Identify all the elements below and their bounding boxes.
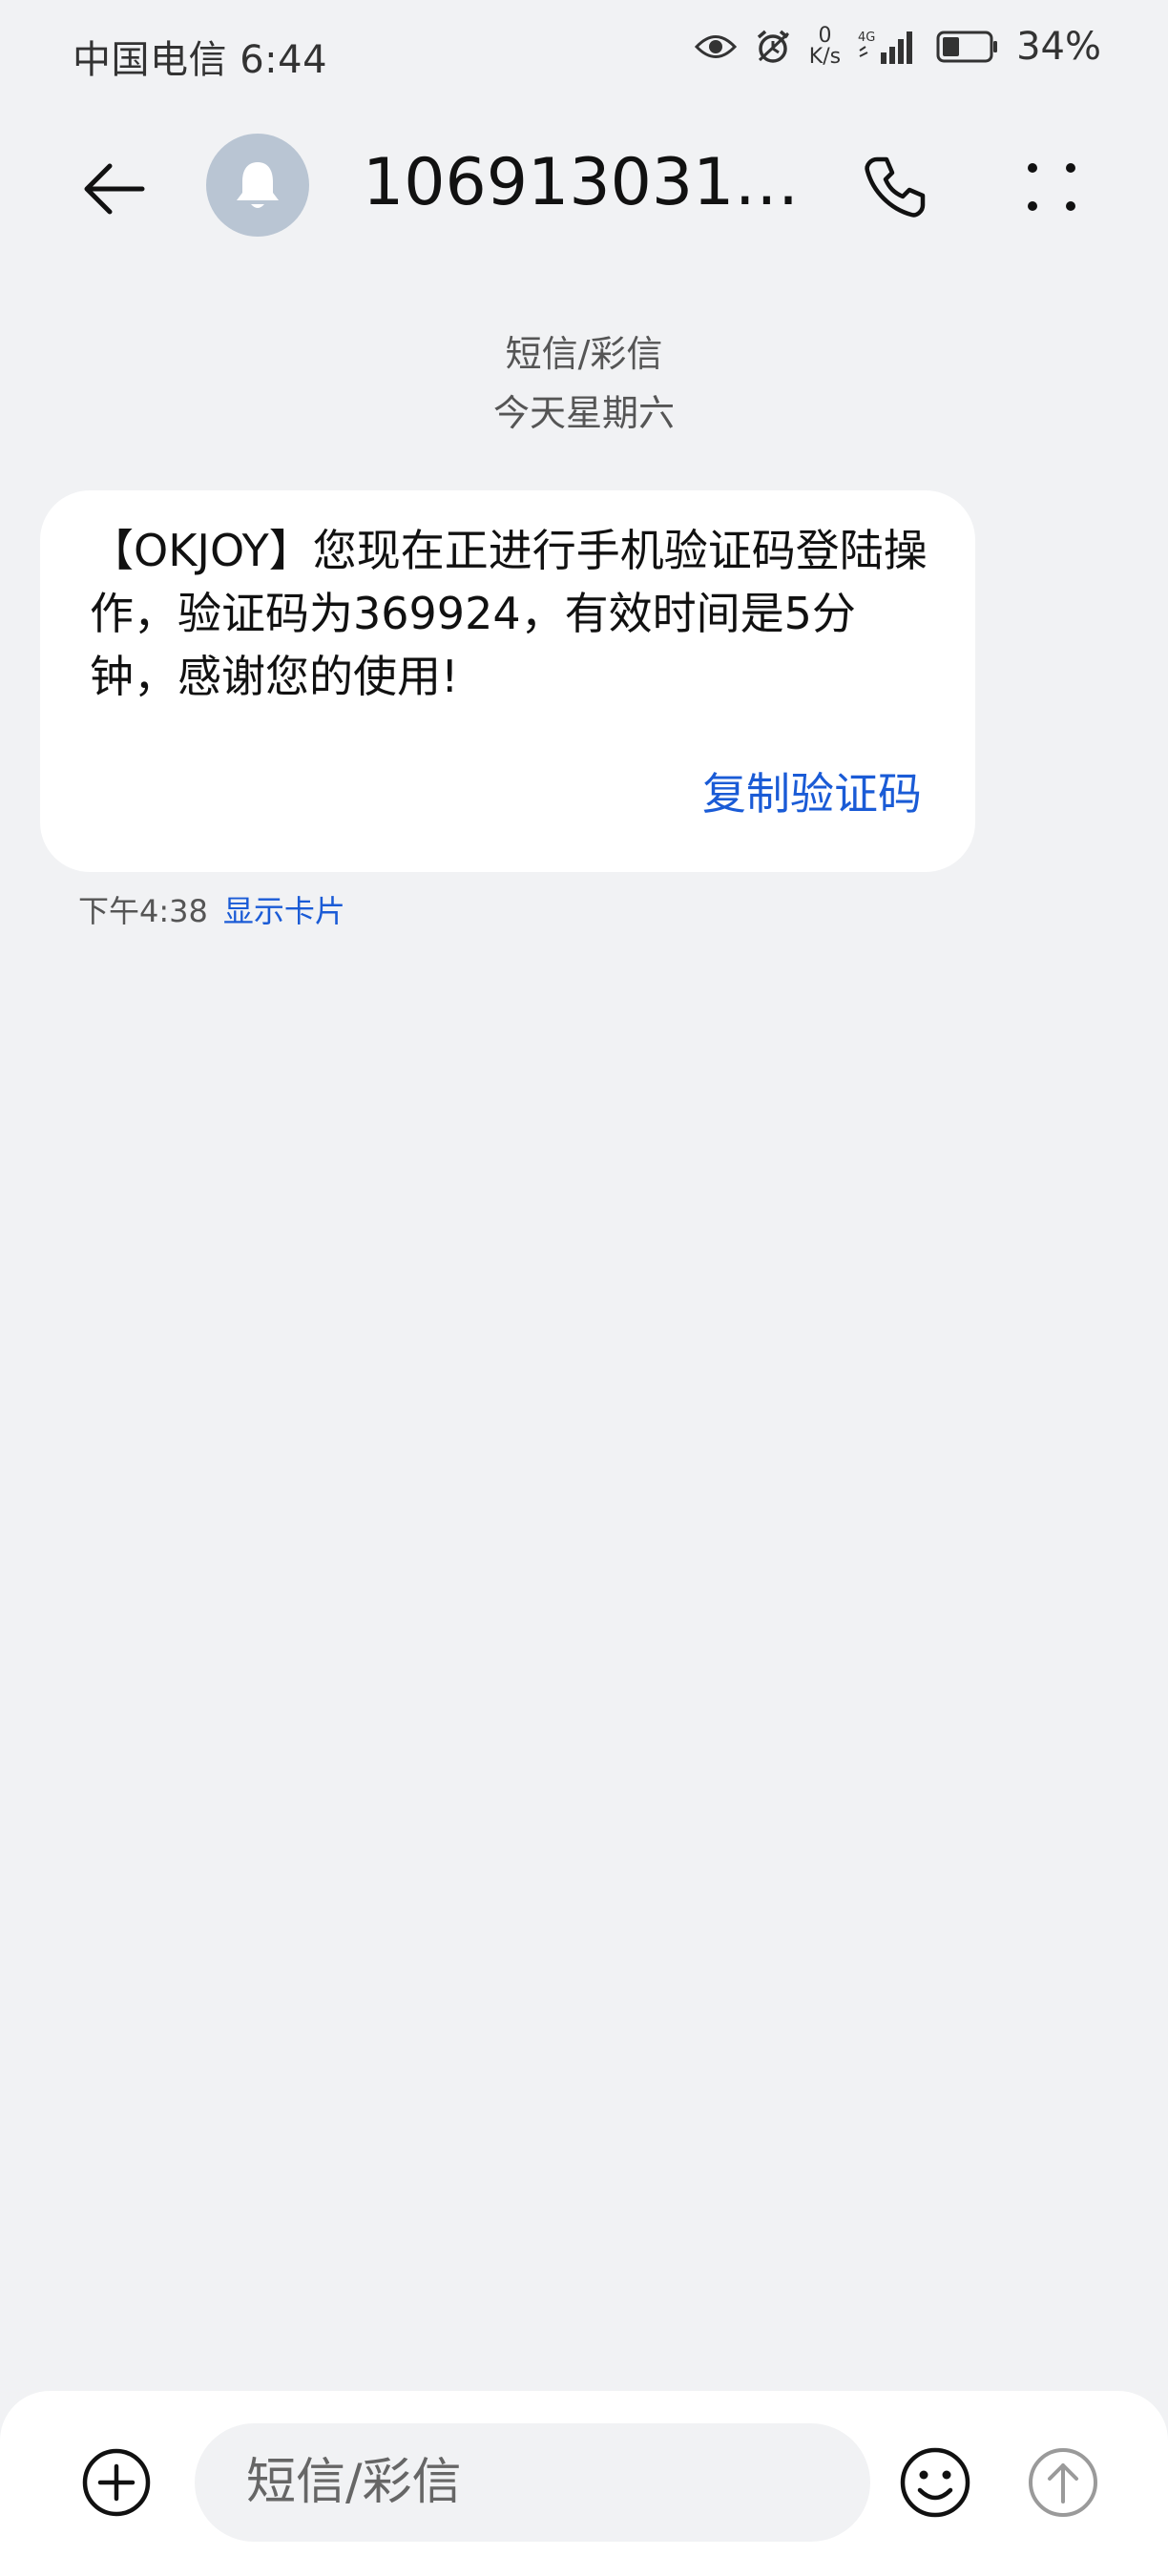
- battery-icon: [936, 30, 999, 64]
- alarm-icon: [754, 28, 792, 66]
- send-button[interactable]: [1025, 2444, 1101, 2521]
- status-bar: 中国电信 6:44 0 K/s 4G 34%: [0, 0, 1168, 114]
- network-type: 4G: [858, 31, 875, 45]
- contact-name[interactable]: 1069130316…: [363, 145, 802, 220]
- bell-icon: [237, 162, 279, 208]
- status-icons: 0 K/s 4G 34%: [694, 25, 1101, 69]
- net-speed-value: 0: [818, 24, 832, 48]
- call-button[interactable]: [855, 147, 935, 227]
- input-bar: [0, 2391, 1168, 2576]
- copy-code-button[interactable]: 复制验证码: [702, 759, 922, 822]
- message-text: 【OKJOY】您现在正进行手机验证码登陆操作，验证码为369924，有效时间是5…: [90, 525, 928, 702]
- emoji-icon: [900, 2447, 970, 2518]
- phone-icon: [865, 156, 926, 218]
- conversation-header: 1069130316…: [0, 124, 1168, 248]
- back-button[interactable]: [76, 151, 153, 227]
- message-time: 下午4:38: [78, 893, 208, 929]
- conversation-type: 短信/彩信: [505, 333, 663, 375]
- message-input[interactable]: [195, 2423, 870, 2542]
- back-arrow-icon: [84, 163, 145, 215]
- show-card-link[interactable]: 显示卡片: [223, 887, 345, 931]
- eye-icon: [694, 32, 737, 61]
- battery-percent: 34%: [1016, 25, 1101, 69]
- signal-icon: 4G: [858, 28, 919, 66]
- send-arrow-icon: [1029, 2448, 1097, 2517]
- net-speed-unit: K/s: [808, 45, 842, 69]
- emoji-button[interactable]: [897, 2444, 973, 2521]
- net-speed: 0 K/s: [809, 26, 841, 68]
- add-attachment-button[interactable]: [78, 2444, 155, 2521]
- avatar[interactable]: [206, 134, 309, 237]
- plus-icon: [82, 2448, 151, 2517]
- conversation-date: 今天星期六: [492, 392, 675, 434]
- carrier-time: 中国电信 6:44: [73, 38, 328, 82]
- more-icon: [1028, 163, 1075, 211]
- more-button[interactable]: [1012, 147, 1092, 227]
- message-bubble[interactable]: 【OKJOY】您现在正进行手机验证码登陆操作，验证码为369924，有效时间是5…: [40, 490, 975, 872]
- message-meta: 下午4:38 显示卡片: [78, 887, 345, 931]
